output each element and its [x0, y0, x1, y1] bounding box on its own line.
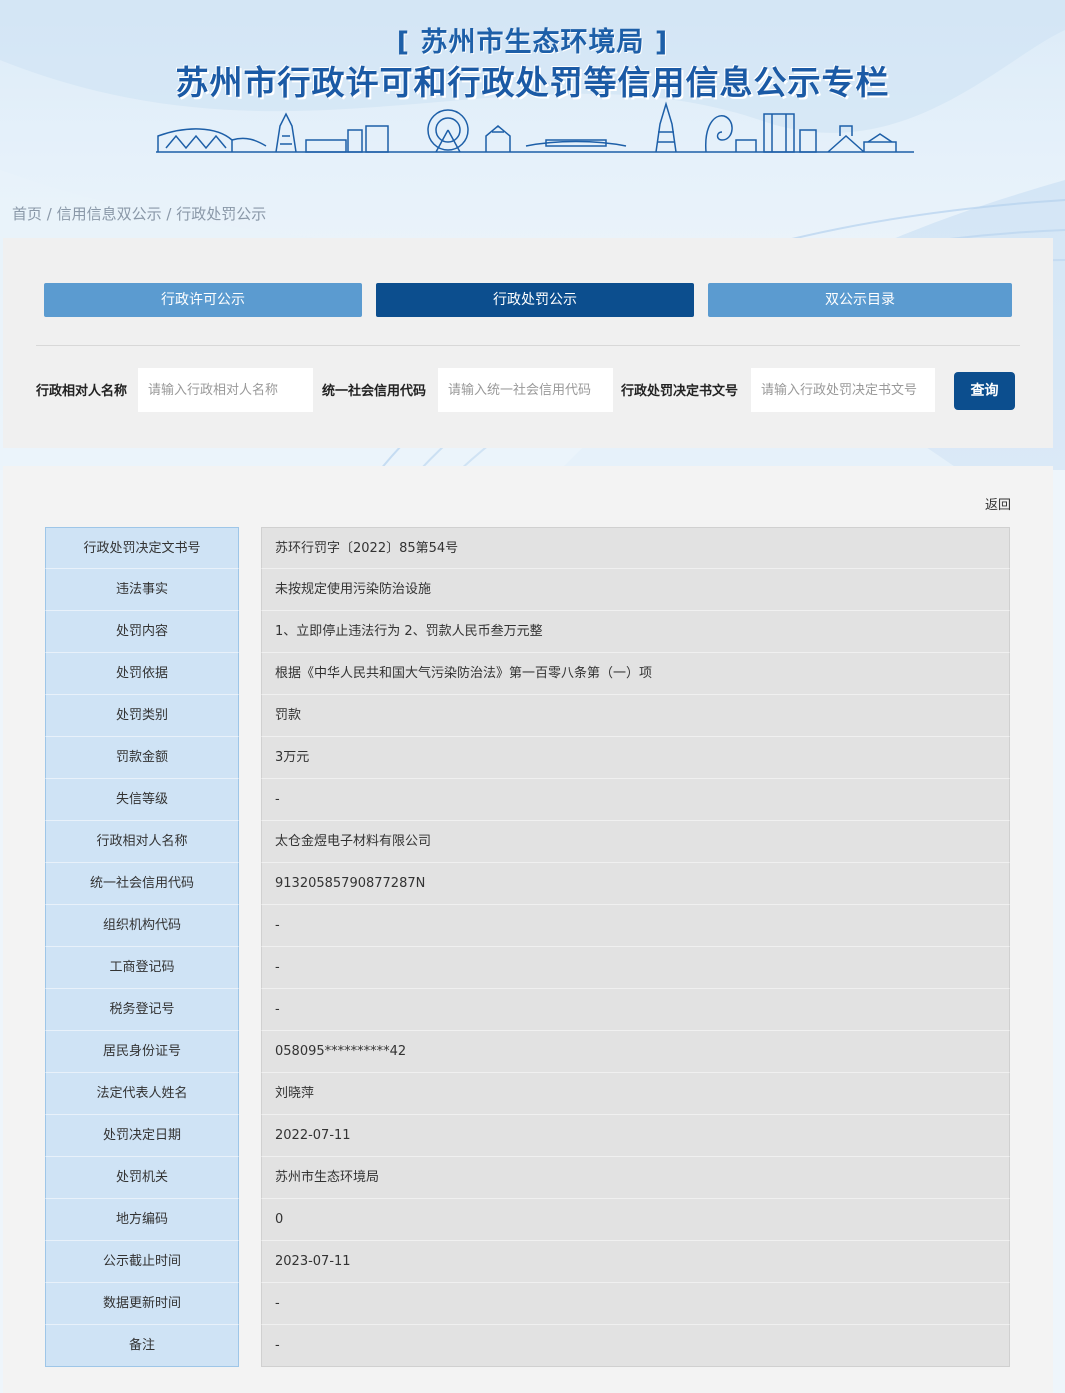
breadcrumb: 首页 / 信用信息双公示 / 行政处罚公示: [12, 203, 266, 224]
field-key: 备注: [45, 1325, 239, 1367]
table-row: 居民身份证号 058095**********42: [45, 1031, 1010, 1073]
breadcrumb-separator: /: [42, 205, 57, 223]
agency-subtitle: [ 苏州市生态环境局 ]: [396, 27, 669, 58]
field-key: 处罚决定日期: [45, 1115, 239, 1157]
back-link[interactable]: 返回: [985, 494, 1011, 513]
detail-panel: 返回 行政处罚决定文书号 苏环行罚字〔2022〕85第54号 违法事实 未按规定使用污…: [3, 466, 1053, 1393]
table-row: 法定代表人姓名 刘晓萍: [45, 1073, 1010, 1115]
table-row: 行政处罚决定文书号 苏环行罚字〔2022〕85第54号: [45, 527, 1010, 569]
field-value: 91320585790877287N: [261, 863, 1010, 905]
field-key: 行政相对人名称: [45, 821, 239, 863]
field-key: 组织机构代码: [45, 905, 239, 947]
table-row: 公示截止时间 2023-07-11: [45, 1241, 1010, 1283]
table-row: 统一社会信用代码 91320585790877287N: [45, 863, 1010, 905]
table-row: 行政相对人名称 太仓金煜电子材料有限公司: [45, 821, 1010, 863]
table-row: 处罚依据 根据《中华人民共和国大气污染防治法》第一百零八条第（一）项: [45, 653, 1010, 695]
table-row: 处罚内容 1、立即停止违法行为 2、罚款人民币叁万元整: [45, 611, 1010, 653]
table-row: 备注 -: [45, 1325, 1010, 1367]
field-key: 居民身份证号: [45, 1031, 239, 1073]
field-value: -: [261, 905, 1010, 947]
field-key: 统一社会信用代码: [45, 863, 239, 905]
field-value: -: [261, 989, 1010, 1031]
field-key: 违法事实: [45, 569, 239, 611]
field-key: 失信等级: [45, 779, 239, 821]
field-value: 罚款: [261, 695, 1010, 737]
field-key: 处罚依据: [45, 653, 239, 695]
field-key: 税务登记号: [45, 989, 239, 1031]
breadcrumb-separator: /: [161, 205, 177, 223]
field-value: -: [261, 947, 1010, 989]
table-row: 税务登记号 -: [45, 989, 1010, 1031]
field-value: 1、立即停止违法行为 2、罚款人民币叁万元整: [261, 611, 1010, 653]
name-field-label: 行政相对人名称: [36, 384, 128, 399]
field-key: 工商登记码: [45, 947, 239, 989]
field-key: 法定代表人姓名: [45, 1073, 239, 1115]
field-value: 0: [261, 1199, 1010, 1241]
breadcrumb-current: 行政处罚公示: [176, 205, 267, 223]
field-value: 根据《中华人民共和国大气污染防治法》第一百零八条第（一）项: [261, 653, 1010, 695]
field-value: 苏州市生态环境局: [261, 1157, 1010, 1199]
table-row: 处罚机关 苏州市生态环境局: [45, 1157, 1010, 1199]
decision-number-field-label: 行政处罚决定书文号: [621, 384, 739, 399]
field-value: 2023-07-11: [261, 1241, 1010, 1283]
field-value: 刘晓萍: [261, 1073, 1010, 1115]
breadcrumb-section[interactable]: 信用信息双公示: [57, 205, 162, 223]
field-value: -: [261, 1325, 1010, 1367]
field-key: 行政处罚决定文书号: [45, 527, 239, 569]
field-key: 处罚机关: [45, 1157, 239, 1199]
table-row: 组织机构代码 -: [45, 905, 1010, 947]
tab-penalty-disclosure[interactable]: 行政处罚公示: [376, 283, 694, 317]
search-panel: 行政许可公示 行政处罚公示 双公示目录 行政相对人名称 统一社会信用代码 行政处…: [3, 238, 1053, 448]
field-key: 罚款金额: [45, 737, 239, 779]
field-value: 太仓金煜电子材料有限公司: [261, 821, 1010, 863]
tab-license-disclosure[interactable]: 行政许可公示: [44, 283, 362, 317]
table-row: 失信等级 -: [45, 779, 1010, 821]
query-button[interactable]: 查询: [954, 372, 1015, 410]
name-input[interactable]: [138, 368, 313, 412]
field-value: -: [261, 1283, 1010, 1325]
table-row: 处罚类别 罚款: [45, 695, 1010, 737]
field-key: 地方编码: [45, 1199, 239, 1241]
table-row: 地方编码 0: [45, 1199, 1010, 1241]
field-key: 处罚类别: [45, 695, 239, 737]
table-row: 罚款金额 3万元: [45, 737, 1010, 779]
breadcrumb-home[interactable]: 首页: [12, 205, 42, 223]
field-value: 2022-07-11: [261, 1115, 1010, 1157]
field-key: 数据更新时间: [45, 1283, 239, 1325]
table-row: 处罚决定日期 2022-07-11: [45, 1115, 1010, 1157]
field-key: 公示截止时间: [45, 1241, 239, 1283]
city-skyline-illustration: [156, 101, 914, 153]
table-row: 违法事实 未按规定使用污染防治设施: [45, 569, 1010, 611]
table-row: 数据更新时间 -: [45, 1283, 1010, 1325]
field-value: 未按规定使用污染防治设施: [261, 569, 1010, 611]
credit-code-input[interactable]: [438, 368, 613, 412]
credit-code-field-label: 统一社会信用代码: [322, 384, 427, 399]
tab-disclosure-catalog[interactable]: 双公示目录: [708, 283, 1012, 317]
field-value: -: [261, 779, 1010, 821]
field-value: 058095**********42: [261, 1031, 1010, 1073]
field-value: 苏环行罚字〔2022〕85第54号: [261, 527, 1010, 569]
field-value: 3万元: [261, 737, 1010, 779]
table-row: 工商登记码 -: [45, 947, 1010, 989]
divider: [36, 345, 1020, 346]
decision-number-input[interactable]: [751, 368, 935, 412]
field-key: 处罚内容: [45, 611, 239, 653]
